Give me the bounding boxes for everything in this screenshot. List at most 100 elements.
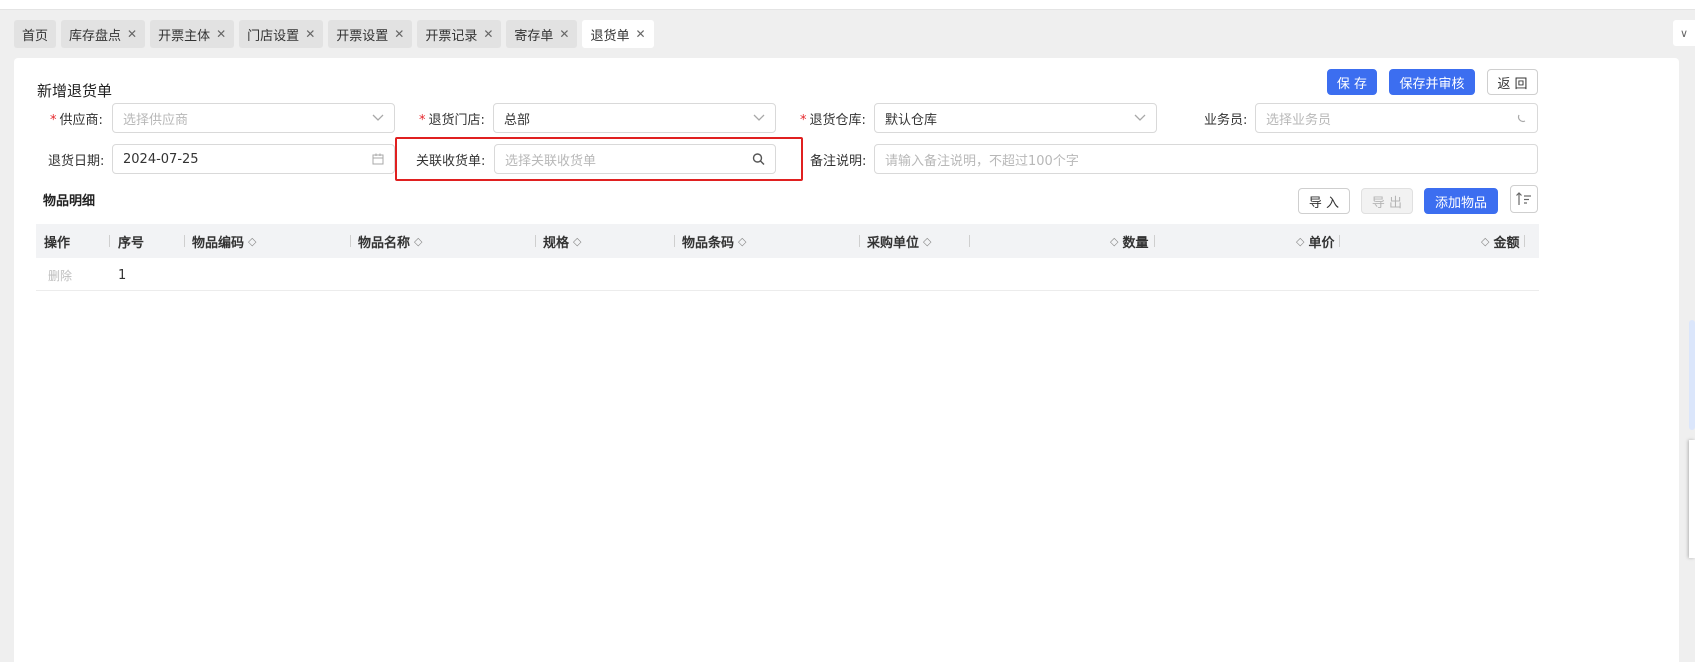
col-barcode[interactable]: 物品条码 ◇ (682, 224, 750, 258)
required-mark: * (419, 113, 426, 128)
sort-arrows-icon[interactable]: ◇ (1110, 235, 1118, 248)
main-panel: 新增退货单 保 存 保存并审核 返 回 * 供应商: 选择供应商 * 退货门店: 总… (14, 58, 1679, 662)
sort-arrows-icon[interactable]: ◇ (923, 235, 931, 248)
remark-input[interactable]: 请输入备注说明，不超过100个字 (874, 144, 1538, 174)
tab-invoice-records[interactable]: 开票记录 ✕ (417, 20, 502, 48)
save-button[interactable]: 保 存 (1327, 69, 1377, 95)
return-date-value: 2024-07-25 (123, 151, 199, 167)
chevron-down-icon (372, 114, 384, 122)
sort-arrows-icon[interactable]: ◇ (738, 235, 746, 248)
col-divider (535, 235, 536, 247)
col-item-name-label: 物品名称 (358, 235, 411, 251)
warehouse-label-text: 退货仓库: (809, 113, 866, 128)
tab-return-order[interactable]: 退货单 ✕ (582, 20, 654, 48)
tab-label: 开票设置 (336, 28, 389, 44)
warehouse-select[interactable]: 默认仓库 (874, 103, 1157, 133)
col-divider (674, 235, 675, 247)
col-index: 序号 (118, 235, 145, 251)
tab-invoice-entity[interactable]: 开票主体 ✕ (150, 20, 235, 48)
store-label: * 退货门店: (419, 109, 485, 128)
highlight-box (395, 137, 803, 181)
close-icon[interactable]: ✕ (127, 27, 137, 41)
col-divider (1339, 235, 1340, 247)
tab-label: 开票主体 (158, 28, 211, 44)
details-section-title: 物品明细 (43, 194, 96, 209)
close-icon[interactable]: ✕ (305, 27, 315, 41)
store-select[interactable]: 总部 (493, 103, 776, 133)
col-purchase-unit[interactable]: 采购单位 ◇ (867, 224, 935, 258)
return-date-picker[interactable]: 2024-07-25 (112, 144, 395, 174)
col-item-name[interactable]: 物品名称 ◇ (358, 224, 426, 258)
remark-placeholder: 请输入备注说明，不超过100个字 (885, 153, 1079, 169)
salesman-select[interactable]: 选择业务员 (1255, 103, 1538, 133)
col-item-code-label: 物品编码 (192, 235, 245, 251)
save-and-audit-button[interactable]: 保存并审核 (1389, 69, 1475, 95)
return-date-label: 退货日期: (48, 154, 105, 169)
close-icon[interactable]: ✕ (216, 27, 226, 41)
tab-home[interactable]: 首页 (14, 20, 57, 48)
col-action: 操作 (44, 235, 71, 251)
side-drawer-handle[interactable] (1689, 440, 1695, 558)
sort-arrows-icon[interactable]: ◇ (573, 235, 581, 248)
sort-arrows-icon[interactable]: ◇ (1296, 235, 1304, 248)
col-amount[interactable]: ◇ 金额 (1477, 224, 1519, 258)
tab-list-chevron-icon[interactable]: ∨ (1673, 20, 1695, 46)
export-button[interactable]: 导 出 (1361, 188, 1413, 214)
supplier-label: * 供应商: (50, 109, 103, 128)
col-divider (350, 235, 351, 247)
table-row: 删除 1 (36, 259, 1539, 291)
col-divider (969, 235, 970, 247)
back-button[interactable]: 返 回 (1487, 69, 1538, 95)
calendar-icon (372, 153, 384, 165)
remark-label: 备注说明: (810, 154, 867, 169)
col-barcode-label: 物品条码 (682, 235, 735, 251)
tab-inventory-check[interactable]: 库存盘点 ✕ (61, 20, 146, 48)
col-divider (184, 235, 185, 247)
tab-deposit-order[interactable]: 寄存单 ✕ (506, 20, 578, 48)
chevron-down-icon (1134, 114, 1146, 122)
col-divider (859, 235, 860, 247)
col-item-code[interactable]: 物品编码 ◇ (192, 224, 260, 258)
chevron-down-icon (753, 114, 765, 122)
close-icon[interactable]: ✕ (636, 27, 646, 41)
add-item-button[interactable]: 添加物品 (1424, 188, 1498, 214)
sort-arrows-icon[interactable]: ◇ (1481, 235, 1489, 248)
row-index: 1 (118, 267, 127, 283)
col-spec-label: 规格 (543, 235, 570, 251)
sort-arrows-icon[interactable]: ◇ (248, 235, 256, 248)
salesman-label: 业务员: (1204, 113, 1248, 128)
col-divider (109, 235, 110, 247)
col-divider (1524, 235, 1525, 247)
supplier-placeholder: 选择供应商 (123, 112, 189, 128)
table-header: 操作 序号 物品编码 ◇ 物品名称 ◇ 规格 ◇ 物品条码 ◇ 采购单位 ◇ ◇ 数量 ◇ 单… (36, 224, 1539, 258)
import-button[interactable]: 导 入 (1298, 188, 1350, 214)
required-mark: * (800, 113, 807, 128)
col-unit-price[interactable]: ◇ 单价 (1292, 224, 1334, 258)
col-amount-label: 金额 (1493, 235, 1520, 251)
col-quantity-label: 数量 (1122, 235, 1149, 251)
tab-label: 库存盘点 (69, 28, 122, 44)
sort-arrows-icon[interactable]: ◇ (414, 235, 422, 248)
supplier-select[interactable]: 选择供应商 (112, 103, 395, 133)
col-spec[interactable]: 规格 ◇ (543, 224, 585, 258)
col-unit-price-label: 单价 (1308, 235, 1335, 251)
tab-label: 开票记录 (425, 28, 478, 44)
close-icon[interactable]: ✕ (559, 27, 569, 41)
loading-icon (1517, 113, 1527, 123)
warehouse-value: 默认仓库 (885, 112, 938, 128)
tab-label: 寄存单 (514, 28, 554, 44)
tab-label: 首页 (22, 28, 49, 44)
column-sort-icon[interactable] (1510, 185, 1538, 213)
tab-store-settings[interactable]: 门店设置 ✕ (239, 20, 324, 48)
side-scroll-indicator[interactable] (1689, 320, 1695, 430)
close-icon[interactable]: ✕ (483, 27, 493, 41)
store-label-text: 退货门店: (428, 113, 485, 128)
col-purchase-unit-label: 采购单位 (867, 235, 920, 251)
supplier-label-text: 供应商: (59, 113, 103, 128)
page-title: 新增退货单 (37, 82, 113, 100)
col-quantity[interactable]: ◇ 数量 (1106, 224, 1148, 258)
tab-invoice-settings[interactable]: 开票设置 ✕ (328, 20, 413, 48)
delete-row-link[interactable]: 删除 (48, 259, 72, 291)
close-icon[interactable]: ✕ (394, 27, 404, 41)
tab-bar: 首页 库存盘点 ✕ 开票主体 ✕ 门店设置 ✕ 开票设置 ✕ 开票记录 ✕ 寄存单 ✕ 退货… (14, 20, 654, 48)
